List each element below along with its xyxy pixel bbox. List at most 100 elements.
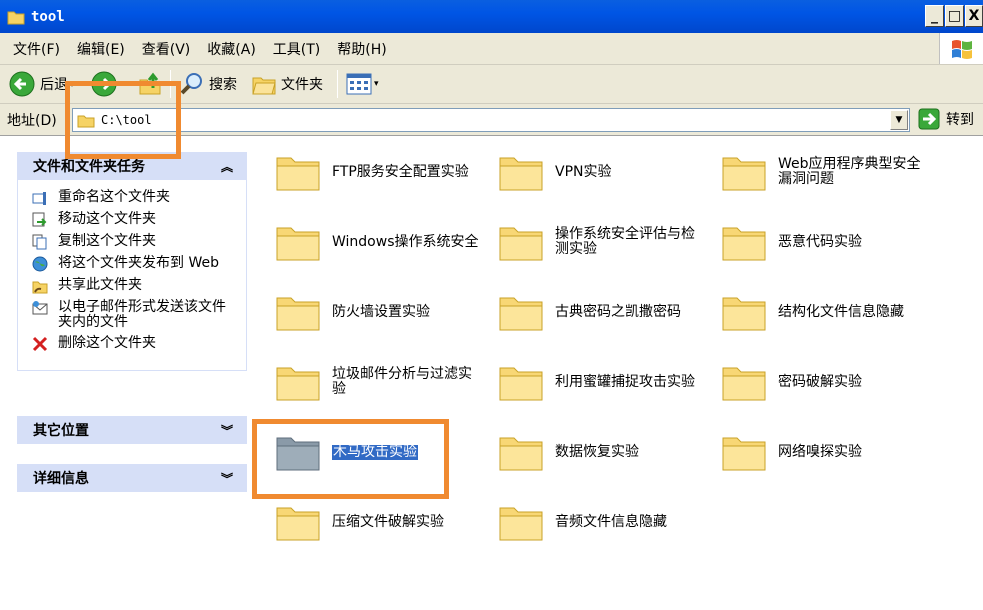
- folder-item[interactable]: 音频文件信息隐藏: [497, 493, 719, 551]
- task-copy-folder[interactable]: 复制这个文件夹: [32, 234, 246, 250]
- up-folder-button[interactable]: [134, 67, 166, 101]
- address-label: 地址(D): [7, 112, 57, 129]
- folder-item[interactable]: 垃圾邮件分析与过滤实验: [274, 353, 496, 411]
- folder-icon: [276, 507, 320, 541]
- menu-file[interactable]: 文件(F): [13, 39, 60, 59]
- menu-view[interactable]: 查看(V): [142, 39, 191, 59]
- go-button[interactable]: 转到: [918, 108, 974, 130]
- folder-icon: [722, 367, 766, 401]
- menu-bar: 文件(F) 编辑(E) 查看(V) 收藏(A) 工具(T) 帮助(H): [0, 33, 983, 65]
- folder-label: VPN实验: [555, 163, 612, 180]
- up-folder-icon: [139, 72, 161, 95]
- folder-icon: [722, 227, 766, 261]
- other-places-header[interactable]: 其它位置 ︾: [17, 416, 247, 444]
- folder-item[interactable]: 恶意代码实验: [720, 213, 942, 271]
- search-label: 搜索: [209, 77, 238, 93]
- folder-item[interactable]: 数据恢复实验: [497, 423, 719, 481]
- share-icon: [32, 281, 48, 294]
- folder-item[interactable]: 利用蜜罐捕捉攻击实验: [497, 353, 719, 411]
- folder-item[interactable]: FTP服务安全配置实验: [274, 143, 496, 201]
- folder-icon: [499, 227, 543, 261]
- forward-arrow-icon: [91, 71, 117, 97]
- details-header[interactable]: 详细信息 ︾: [17, 464, 247, 492]
- folder-icon: [722, 437, 766, 471]
- folder-item[interactable]: 密码破解实验: [720, 353, 942, 411]
- folder-label: 数据恢复实验: [555, 443, 639, 460]
- collapse-chevron-icon[interactable]: ︽: [221, 158, 233, 175]
- folder-label: Windows操作系统安全: [332, 233, 479, 250]
- search-button[interactable]: 搜索: [175, 67, 241, 101]
- search-icon: [180, 73, 203, 95]
- other-places-panel: 其它位置 ︾: [17, 416, 247, 444]
- folder-icon: [77, 115, 95, 127]
- task-publish-web[interactable]: 将这个文件夹发布到 Web: [32, 256, 246, 272]
- title-bar: tool _ □ X: [0, 0, 983, 33]
- task-rename-folder[interactable]: 重命名这个文件夹: [32, 190, 246, 206]
- expand-chevron-icon[interactable]: ︾: [221, 422, 233, 439]
- folder-icon: [499, 507, 543, 541]
- folder-icon: [722, 297, 766, 331]
- folder-label: 密码破解实验: [778, 373, 862, 390]
- task-pane: 文件和文件夹任务 ︽ 重命名这个文件夹 移动这个文件夹 复制这个文件夹 将这个文…: [0, 137, 262, 610]
- folder-item[interactable]: 操作系统安全评估与检测实验: [497, 213, 719, 271]
- delete-icon: [32, 336, 48, 352]
- email-icon: [32, 301, 48, 315]
- forward-button[interactable]: [86, 67, 122, 101]
- minimize-button[interactable]: _: [925, 5, 944, 27]
- folder-icon: [276, 367, 320, 401]
- folder-item[interactable]: 压缩文件破解实验: [274, 493, 496, 551]
- tasks-panel-title: 文件和文件夹任务: [33, 159, 145, 175]
- folder-label: FTP服务安全配置实验: [332, 163, 469, 180]
- toolbar-separator: [170, 70, 172, 98]
- windows-logo-icon: [939, 33, 983, 64]
- folder-icon: [499, 437, 543, 471]
- views-button[interactable]: ▾: [342, 67, 383, 101]
- copy-icon: [32, 234, 47, 250]
- views-dropdown-icon: ▾: [374, 79, 379, 89]
- window-title: tool: [31, 8, 65, 25]
- folder-label: 恶意代码实验: [778, 233, 862, 250]
- file-folder-tasks-panel: 文件和文件夹任务 ︽ 重命名这个文件夹 移动这个文件夹 复制这个文件夹 将这个文…: [17, 152, 247, 371]
- maximize-button[interactable]: □: [945, 5, 964, 27]
- menu-edit[interactable]: 编辑(E): [77, 39, 125, 59]
- views-icon: [346, 73, 372, 95]
- back-arrow-icon: [9, 71, 35, 97]
- folder-icon: [276, 227, 320, 261]
- expand-chevron-icon[interactable]: ︾: [221, 470, 233, 487]
- folder-item[interactable]: 古典密码之凯撒密码: [497, 283, 719, 341]
- folder-icon: [499, 297, 543, 331]
- folder-label: 古典密码之凯撒密码: [555, 303, 681, 320]
- folder-item[interactable]: 网络嗅探实验: [720, 423, 942, 481]
- task-email-files[interactable]: 以电子邮件形式发送该文件夹内的文件: [32, 300, 246, 330]
- menu-tools[interactable]: 工具(T): [273, 39, 320, 59]
- folder-label: Web应用程序典型安全漏洞问题: [778, 156, 921, 187]
- publish-web-icon: [32, 256, 48, 272]
- back-button[interactable]: 后退 ▾: [4, 67, 78, 101]
- folder-item[interactable]: VPN实验: [497, 143, 719, 201]
- move-icon: [32, 212, 47, 227]
- close-button[interactable]: X: [965, 5, 983, 27]
- folder-item[interactable]: 结构化文件信息隐藏: [720, 283, 942, 341]
- folders-button[interactable]: 文件夹: [247, 67, 327, 101]
- folder-label: 压缩文件破解实验: [332, 513, 444, 530]
- folder-item[interactable]: 木马攻击实验: [274, 423, 496, 481]
- go-arrow-icon: [918, 108, 940, 130]
- folder-label: 利用蜜罐捕捉攻击实验: [555, 373, 695, 390]
- folder-label: 垃圾邮件分析与过滤实验: [332, 366, 472, 397]
- menu-help[interactable]: 帮助(H): [337, 39, 386, 59]
- tasks-panel-header[interactable]: 文件和文件夹任务 ︽: [17, 152, 247, 180]
- menu-favorites[interactable]: 收藏(A): [207, 39, 256, 59]
- folder-label: 木马攻击实验: [332, 443, 418, 460]
- folder-item[interactable]: 防火墙设置实验: [274, 283, 496, 341]
- back-dropdown-icon[interactable]: ▾: [70, 80, 74, 89]
- address-input[interactable]: C:\tool ▼: [72, 108, 910, 132]
- folder-item[interactable]: Web应用程序典型安全漏洞问题: [720, 143, 942, 201]
- address-dropdown-button[interactable]: ▼: [890, 110, 908, 130]
- folder-icon: [276, 297, 320, 331]
- task-delete-folder[interactable]: 删除这个文件夹: [32, 336, 246, 352]
- task-share-folder[interactable]: 共享此文件夹: [32, 278, 246, 294]
- task-move-folder[interactable]: 移动这个文件夹: [32, 212, 246, 228]
- folder-item[interactable]: Windows操作系统安全: [274, 213, 496, 271]
- folders-label: 文件夹: [281, 77, 324, 93]
- folder-label: 网络嗅探实验: [778, 443, 862, 460]
